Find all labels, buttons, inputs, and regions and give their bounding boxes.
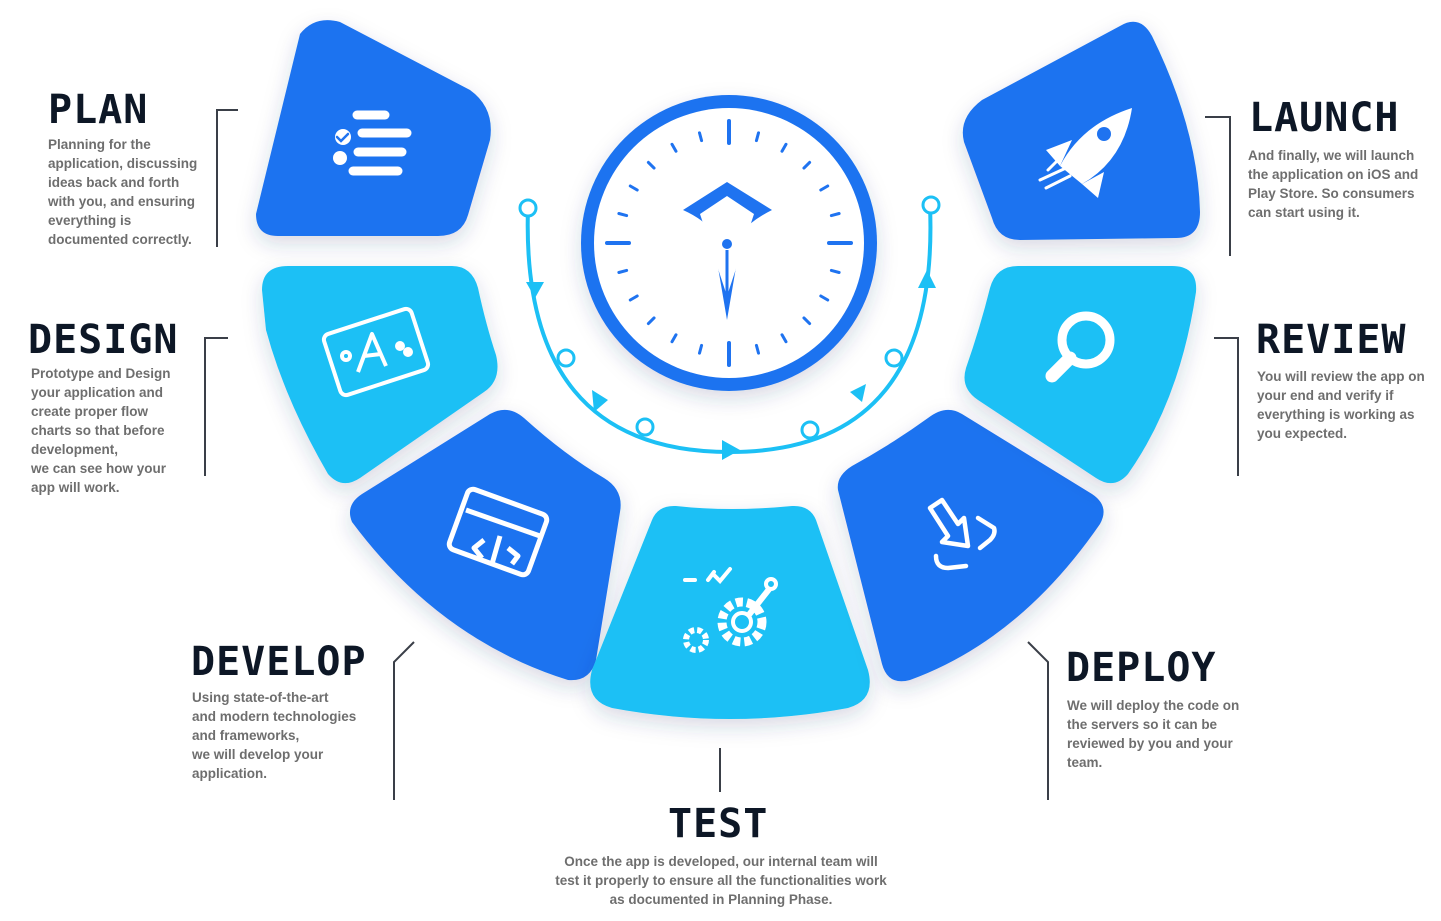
develop-description: Using state-of-the-art and modern techno… <box>192 690 357 781</box>
plan-title: PLAN <box>48 87 149 133</box>
review-title: REVIEW <box>1256 317 1407 363</box>
deploy-title: DEPLOY <box>1066 645 1217 691</box>
connector-review <box>1214 337 1239 476</box>
launch-title: LAUNCH <box>1249 95 1400 141</box>
design-title: DESIGN <box>28 317 179 363</box>
clock-tick <box>617 211 629 218</box>
clock-tick <box>697 343 704 355</box>
review-description: You will review the app on your end and … <box>1257 369 1425 441</box>
segment-plan <box>256 20 491 236</box>
clock-tick <box>829 268 841 275</box>
clock-tick <box>829 211 841 218</box>
clock-tick <box>697 131 704 143</box>
clock-tick <box>754 343 761 355</box>
segment-launch <box>962 21 1200 240</box>
connector-plan <box>216 109 238 247</box>
connector-develop <box>393 641 415 800</box>
develop-title: DEVELOP <box>191 639 367 685</box>
connector-launch <box>1205 116 1231 256</box>
clock-tick <box>754 131 761 143</box>
test-title: TEST <box>668 801 769 847</box>
test-description: Once the app is developed, our internal … <box>555 854 887 907</box>
deploy-description: We will deploy the code on the servers s… <box>1067 698 1240 770</box>
connector-design <box>204 337 228 476</box>
launch-description: And finally, we will launch the applicat… <box>1248 148 1419 220</box>
connector-deploy <box>1027 641 1049 800</box>
segment-test <box>590 505 870 719</box>
design-description: Prototype and Design your application an… <box>31 366 171 495</box>
plan-description: Planning for the application, discussing… <box>48 137 198 247</box>
clock-tick <box>617 268 629 275</box>
